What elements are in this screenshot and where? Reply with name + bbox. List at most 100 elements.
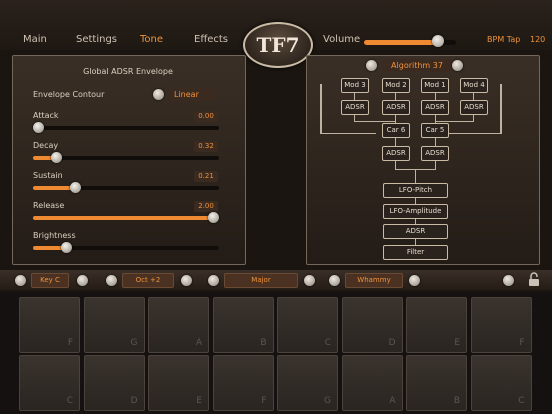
slider-value-decay: 0.32 — [194, 141, 218, 152]
octave-next-button[interactable] — [181, 275, 192, 286]
pad-top-row-3[interactable]: A — [148, 297, 209, 353]
pad-area — [0, 292, 552, 414]
pad-note-label: C — [518, 396, 525, 406]
connector-line — [320, 133, 376, 134]
slider-knob-sustain[interactable] — [69, 182, 81, 193]
algorithm-prev-button[interactable] — [366, 60, 377, 71]
adsr-mod-3-node[interactable]: ADSR — [341, 100, 369, 115]
algorithm-selector[interactable]: Algorithm 37 — [381, 59, 453, 72]
effect-next-button[interactable] — [409, 275, 420, 286]
slider-label-decay: Decay — [33, 141, 59, 150]
slider-label-attack: Attack — [33, 111, 59, 120]
pad-bottom-row-1[interactable]: C — [19, 355, 80, 411]
pad-note-label: F — [67, 338, 73, 348]
key-prev-button[interactable] — [15, 275, 26, 286]
pad-top-row-8[interactable]: F — [470, 297, 532, 353]
pad-note-label: E — [196, 396, 202, 406]
octave-prev-button[interactable] — [106, 275, 117, 286]
adsr-mod-2-node[interactable]: ADSR — [382, 100, 410, 115]
envelope-title: Global ADSR Envelope — [83, 67, 173, 76]
effect-prev-button[interactable] — [329, 275, 340, 286]
lfo-amplitude-node[interactable]: LFO-Amplitude — [383, 204, 448, 219]
slider-fill-release — [33, 216, 213, 220]
tab-settings[interactable]: Settings — [76, 34, 117, 45]
key-selector[interactable]: Key C — [31, 273, 69, 288]
slider-knob-release[interactable] — [208, 212, 219, 223]
slider-knob-attack[interactable] — [33, 122, 44, 133]
envelope-contour-label: Envelope Contour — [33, 90, 105, 99]
slider-label-release: Release — [33, 201, 65, 210]
pad-top-row-6[interactable]: D — [341, 297, 403, 353]
connector-line — [320, 84, 322, 133]
pad-bottom-row-2[interactable]: D — [83, 355, 145, 411]
pad-note-label: A — [195, 338, 202, 348]
pad-bottom-row-5[interactable]: G — [277, 355, 338, 411]
tab-effects[interactable]: Effects — [194, 34, 228, 45]
pad-top-row-5[interactable]: C — [277, 297, 338, 353]
mod-4-node[interactable]: Mod 4 — [460, 78, 488, 93]
adsr-car-5-node[interactable]: ADSR — [421, 146, 449, 161]
pad-note-label: C — [66, 396, 73, 406]
pad-top-row-4[interactable]: B — [212, 297, 274, 353]
pad-note-label: G — [324, 396, 331, 406]
pad-note-label: A — [389, 396, 396, 406]
scale-selector[interactable]: Major — [224, 273, 298, 288]
tab-main[interactable]: Main — [23, 34, 47, 45]
scale-next-button[interactable] — [304, 275, 315, 286]
filter-node[interactable]: Filter — [383, 245, 448, 260]
bpm-value: 120 — [530, 35, 546, 44]
car-6-node[interactable]: Car 6 — [382, 123, 410, 138]
pad-top-row-1[interactable]: F — [19, 297, 80, 353]
pad-bottom-row-4[interactable]: F — [212, 355, 274, 411]
pad-note-label: F — [261, 396, 267, 406]
mod-1-node[interactable]: Mod 1 — [421, 78, 449, 93]
slider-value-release: 2.00 — [194, 201, 218, 212]
pad-note-label: F — [519, 338, 525, 348]
scale-prev-button[interactable] — [208, 275, 219, 286]
pad-note-label: D — [130, 396, 138, 406]
slider-track-attack[interactable] — [33, 126, 219, 130]
app-logo: TF7 — [243, 22, 313, 68]
slider-value-attack: 0.00 — [194, 111, 218, 122]
car-5-node[interactable]: Car 5 — [421, 123, 449, 138]
slider-label-sustain: Sustain — [33, 171, 63, 180]
effect-selector[interactable]: Whammy — [345, 273, 403, 288]
pad-note-label: G — [130, 338, 138, 348]
strip-option-button[interactable] — [503, 275, 514, 286]
adsr-mod-1-node[interactable]: ADSR — [421, 100, 449, 115]
connector-line — [354, 121, 395, 122]
slider-knob-decay[interactable] — [50, 152, 62, 163]
adsr-mod-4-node[interactable]: ADSR — [460, 100, 488, 115]
bpm-tap-button[interactable]: BPM Tap — [487, 35, 520, 44]
adsr-output-node[interactable]: ADSR — [383, 224, 448, 239]
adsr-car-6-node[interactable]: ADSR — [382, 146, 410, 161]
pad-bottom-row-7[interactable]: B — [406, 355, 467, 411]
pad-note-label: B — [260, 338, 267, 348]
volume-label: Volume — [323, 34, 361, 45]
pad-bottom-row-3[interactable]: E — [148, 355, 209, 411]
pad-note-label: B — [453, 396, 460, 406]
pad-top-row-2[interactable]: G — [83, 297, 145, 353]
key-next-button[interactable] — [77, 275, 88, 286]
lfo-pitch-node[interactable]: LFO-Pitch — [383, 183, 448, 198]
slider-fill-sustain — [33, 186, 75, 190]
pad-bottom-row-8[interactable]: C — [470, 355, 532, 411]
mod-3-node[interactable]: Mod 3 — [341, 78, 369, 93]
octave-selector[interactable]: Oct +2 — [122, 273, 174, 288]
slider-knob-brightness[interactable] — [61, 242, 72, 253]
pad-note-label: C — [324, 338, 331, 348]
algorithm-next-button[interactable] — [452, 60, 463, 71]
connector-line — [435, 121, 474, 122]
lock-icon[interactable] — [528, 272, 540, 287]
connector-line — [446, 133, 502, 134]
contour-prev-button[interactable] — [153, 89, 164, 100]
envelope-contour-value[interactable]: Linear — [169, 88, 217, 101]
connector-line — [500, 84, 502, 133]
tab-tone[interactable]: Tone — [140, 34, 163, 45]
slider-label-brightness: Brightness — [33, 231, 76, 240]
pad-top-row-7[interactable]: E — [406, 297, 467, 353]
pad-bottom-row-6[interactable]: A — [341, 355, 403, 411]
slider-value-sustain: 0.21 — [194, 171, 218, 182]
mod-2-node[interactable]: Mod 2 — [382, 78, 410, 93]
volume-knob[interactable] — [432, 35, 444, 47]
